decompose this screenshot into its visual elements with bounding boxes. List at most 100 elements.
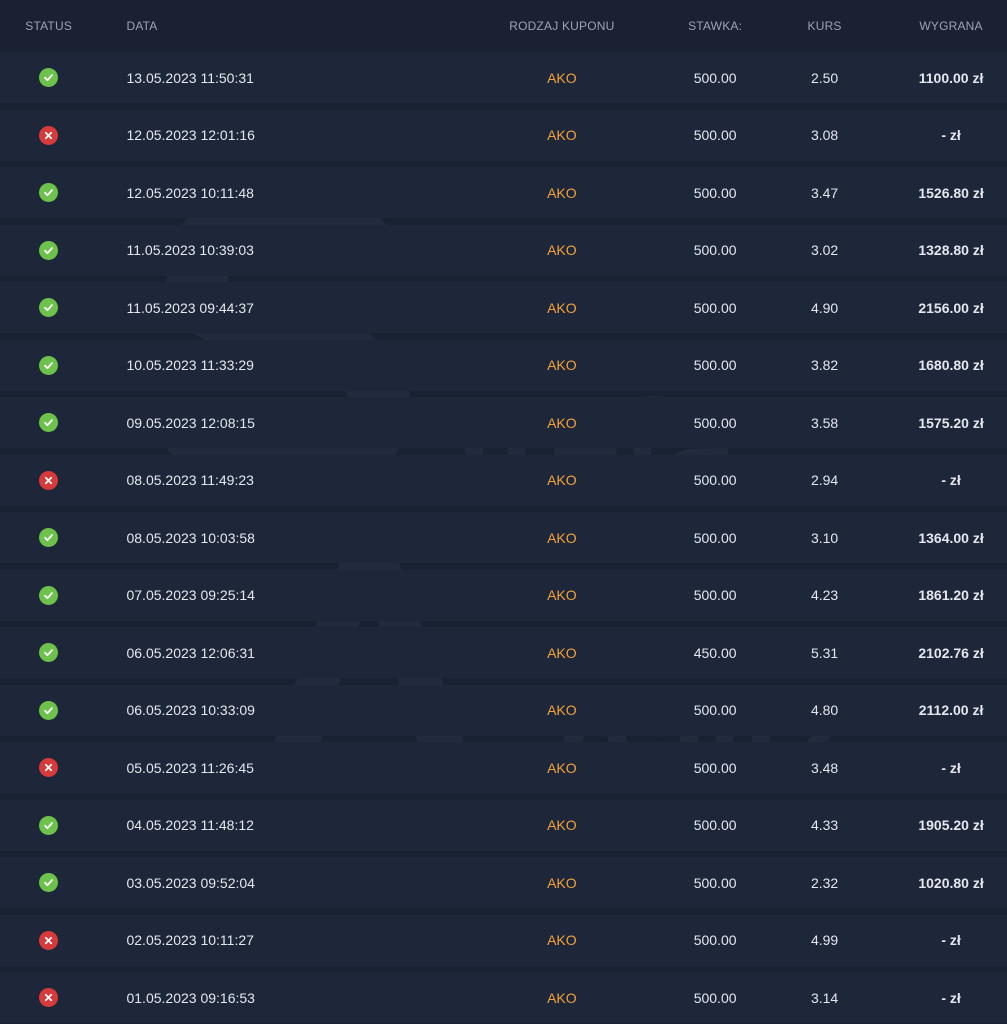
header-stake: STAWKA: <box>688 19 743 33</box>
date-cell: 06.05.2023 10:33:09 <box>126 702 255 718</box>
x-circle-icon <box>39 470 59 490</box>
table-row[interactable]: 05.05.2023 11:26:45 AKO 500.00 3.48 - zł <box>0 742 1007 793</box>
check-circle-icon <box>39 68 59 87</box>
table-row[interactable]: 08.05.2023 10:03:58 AKO 500.00 3.10 1364… <box>0 512 1007 563</box>
odds-cell: 2.32 <box>810 874 839 891</box>
x-circle-icon <box>39 125 59 145</box>
table-row[interactable]: 13.05.2023 11:50:31 AKO 500.00 2.50 1100… <box>0 52 1007 103</box>
date-cell: 07.05.2023 09:25:14 <box>126 587 255 603</box>
coupon-type-cell: AKO <box>547 299 577 316</box>
table-row[interactable]: 09.05.2023 12:08:15 AKO 500.00 3.58 1575… <box>0 397 1007 448</box>
stake-cell: 500.00 <box>693 414 737 431</box>
check-circle-icon <box>39 298 59 317</box>
stake-cell: 500.00 <box>693 529 737 546</box>
odds-cell: 2.94 <box>810 472 839 488</box>
status-cell <box>0 355 97 375</box>
winnings-cell: - zł <box>941 932 961 948</box>
table-row[interactable]: 12.05.2023 12:01:16 AKO 500.00 3.08 - zł <box>0 109 1007 161</box>
coupon-type-cell: AKO <box>547 242 577 258</box>
status-cell <box>0 528 97 547</box>
status-cell <box>0 758 97 777</box>
table-row[interactable]: 02.05.2023 10:11:27 AKO 500.00 4.99 - zł <box>0 914 1007 966</box>
date-cell: 04.05.2023 11:48:12 <box>126 817 254 833</box>
status-cell <box>0 988 97 1007</box>
stake-cell: 500.00 <box>693 989 737 1006</box>
stake-cell: 450.00 <box>693 644 737 661</box>
date-cell: 02.05.2023 10:11:27 <box>126 932 254 948</box>
table-row[interactable]: 12.05.2023 10:11:48 AKO 500.00 3.47 1526… <box>0 167 1007 218</box>
coupon-list: 13.05.2023 11:50:31 AKO 500.00 2.50 1100… <box>0 52 1007 1023</box>
header-status: STATUS <box>25 19 73 33</box>
date-cell: 11.05.2023 09:44:37 <box>126 299 254 316</box>
winnings-cell: 1575.20 zł <box>918 414 984 431</box>
check-circle-icon <box>39 355 59 375</box>
stake-cell: 500.00 <box>693 69 737 86</box>
stake-cell: 500.00 <box>693 759 737 776</box>
table-row[interactable]: 11.05.2023 09:44:37 AKO 500.00 4.90 2156… <box>0 282 1007 333</box>
odds-cell: 3.14 <box>810 989 839 1006</box>
status-cell <box>0 298 97 317</box>
date-cell: 13.05.2023 11:50:31 <box>126 69 254 86</box>
status-cell <box>0 700 97 720</box>
winnings-cell: 1861.20 zł <box>918 587 984 603</box>
date-cell: 11.05.2023 10:39:03 <box>126 242 254 258</box>
check-circle-icon <box>39 183 59 202</box>
winnings-cell: 1680.80 zł <box>918 357 984 373</box>
status-cell <box>0 413 97 432</box>
date-cell: 12.05.2023 10:11:48 <box>126 184 254 201</box>
winnings-cell: - zł <box>941 989 961 1006</box>
stake-cell: 500.00 <box>693 932 737 948</box>
coupon-type-cell: AKO <box>547 587 577 603</box>
stake-cell: 500.00 <box>693 587 737 603</box>
odds-cell: 3.47 <box>810 184 839 201</box>
coupon-type-cell: AKO <box>547 414 577 431</box>
coupon-type-cell: AKO <box>547 184 577 201</box>
odds-cell: 3.48 <box>810 759 839 776</box>
coupon-type-cell: AKO <box>547 702 577 718</box>
stake-cell: 500.00 <box>693 127 737 143</box>
table-row[interactable]: 10.05.2023 11:33:29 AKO 500.00 3.82 1680… <box>0 339 1007 391</box>
stake-cell: 500.00 <box>693 357 737 373</box>
header-odds: KURS <box>807 19 842 33</box>
table-row[interactable]: 08.05.2023 11:49:23 AKO 500.00 2.94 - zł <box>0 454 1007 506</box>
coupon-type-cell: AKO <box>547 817 577 833</box>
winnings-cell: 1020.80 zł <box>918 874 984 891</box>
winnings-cell: 1526.80 zł <box>918 184 984 201</box>
winnings-cell: 1364.00 zł <box>918 529 984 546</box>
odds-cell: 4.99 <box>810 932 839 948</box>
date-cell: 08.05.2023 10:03:58 <box>126 529 255 546</box>
odds-cell: 3.08 <box>810 127 839 143</box>
status-cell <box>0 815 97 835</box>
table-row[interactable]: 06.05.2023 10:33:09 AKO 500.00 4.80 2112… <box>0 684 1007 736</box>
winnings-cell: 1100.00 zł <box>918 69 984 86</box>
winnings-cell: 2102.76 zł <box>918 644 984 661</box>
check-circle-icon <box>39 528 59 547</box>
check-circle-icon <box>39 643 59 662</box>
status-cell <box>0 68 97 87</box>
odds-cell: 3.10 <box>810 529 839 546</box>
winnings-cell: 1905.20 zł <box>918 817 984 833</box>
table-row[interactable]: 03.05.2023 09:52:04 AKO 500.00 2.32 1020… <box>0 857 1007 908</box>
check-circle-icon <box>39 700 59 720</box>
table-row[interactable]: 01.05.2023 09:16:53 AKO 500.00 3.14 - zł <box>0 972 1007 1023</box>
status-cell <box>0 183 97 202</box>
winnings-cell: 1328.80 zł <box>918 242 984 258</box>
header-win: WYGRANA <box>919 19 983 33</box>
date-cell: 06.05.2023 12:06:31 <box>126 644 255 661</box>
table-row[interactable]: 06.05.2023 12:06:31 AKO 450.00 5.31 2102… <box>0 627 1007 678</box>
table-row[interactable]: 11.05.2023 10:39:03 AKO 500.00 3.02 1328… <box>0 224 1007 276</box>
stake-cell: 500.00 <box>693 817 737 833</box>
winnings-cell: - zł <box>941 472 961 488</box>
coupon-type-cell: AKO <box>547 932 577 948</box>
date-cell: 10.05.2023 11:33:29 <box>126 357 254 373</box>
header-date: DATA <box>126 19 158 33</box>
date-cell: 03.05.2023 09:52:04 <box>126 874 255 891</box>
stake-cell: 500.00 <box>693 184 737 201</box>
coupon-type-cell: AKO <box>547 529 577 546</box>
table-row[interactable]: 04.05.2023 11:48:12 AKO 500.00 4.33 1905… <box>0 799 1007 851</box>
coupon-type-cell: AKO <box>547 874 577 891</box>
table-row[interactable]: 07.05.2023 09:25:14 AKO 500.00 4.23 1861… <box>0 569 1007 621</box>
stake-cell: 500.00 <box>693 299 737 316</box>
status-cell <box>0 873 97 892</box>
x-circle-icon <box>39 930 59 950</box>
